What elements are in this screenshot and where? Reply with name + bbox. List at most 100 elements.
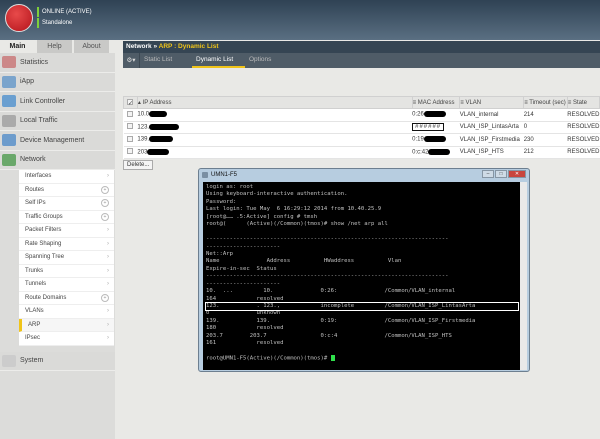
- sidebar-item-arp[interactable]: ARP ›: [19, 318, 114, 332]
- sidebar-section-iapp[interactable]: iApp: [0, 72, 115, 92]
- ip-address[interactable]: 123.: [137, 125, 149, 131]
- row-checkbox[interactable]: [126, 110, 133, 117]
- ip-address[interactable]: 139.: [137, 137, 149, 143]
- sidebar-section-network[interactable]: Network: [0, 150, 115, 170]
- row-checkbox[interactable]: [126, 148, 133, 155]
- header-bar: ONLINE (ACTIVE) Standalone: [0, 0, 600, 40]
- col-state[interactable]: ≡ State: [566, 96, 600, 109]
- sidebar-item-label: Traffic Groups: [25, 213, 63, 220]
- sidebar-item-label: VLANs: [25, 308, 44, 315]
- main-tabs: Main Help About: [0, 40, 109, 53]
- sidebar-item-trunks[interactable]: Trunks ›: [19, 265, 114, 278]
- sidebar-item-route-domains[interactable]: Route Domains +: [19, 292, 114, 305]
- terminal-line: Expire-in-sec Status: [206, 265, 277, 272]
- maximize-icon[interactable]: □: [495, 170, 507, 178]
- sidebar-item-traffic-groups[interactable]: Traffic Groups +: [19, 211, 114, 224]
- sidebar-section-local-traffic[interactable]: Local Traffic: [0, 111, 115, 131]
- sidebar-section-device-management[interactable]: Device Management: [0, 131, 115, 151]
- breadcrumb: Network » ARP : Dynamic List: [123, 41, 600, 53]
- section-label: iApp: [20, 78, 35, 86]
- terminal-prompt: root@UMN1-F5(Active)(/Common)(tmos)#: [206, 355, 518, 363]
- sidebar-item-self-ips[interactable]: Self IPs +: [19, 197, 114, 211]
- terminal-line: 139. 139. 0:19: /Common/VLAN_ISP_Firstme…: [206, 317, 476, 324]
- sidebar-item-ipsec[interactable]: IPsec ›: [19, 332, 114, 346]
- terminal-line: ----------------------: [206, 280, 281, 287]
- add-icon[interactable]: +: [101, 212, 109, 221]
- minimize-icon[interactable]: –: [482, 170, 494, 178]
- gear-icon[interactable]: ⚙▾: [123, 53, 140, 68]
- sidebar-item-tunnels[interactable]: Tunnels ›: [19, 278, 114, 292]
- sidebar-section-statistics[interactable]: Statistics: [0, 53, 115, 73]
- col-mac[interactable]: ≡ MAC Address: [411, 96, 461, 109]
- sidebar-item-packet-filters[interactable]: Packet Filters ›: [19, 224, 114, 238]
- f5-logo: [5, 4, 33, 32]
- add-icon[interactable]: +: [101, 293, 109, 302]
- col-vlan[interactable]: ≡ VLAN: [459, 96, 525, 109]
- add-icon[interactable]: +: [101, 185, 109, 194]
- redaction: [149, 111, 168, 118]
- sidebar-item-label: Interfaces: [25, 173, 52, 180]
- redaction: [423, 111, 446, 118]
- ip-address[interactable]: 203: [137, 150, 147, 156]
- add-icon[interactable]: +: [101, 199, 109, 208]
- col-ip[interactable]: ▴ IP Address: [136, 96, 413, 109]
- breadcrumb-root[interactable]: Network: [126, 43, 152, 50]
- vlan: VLAN_internal: [459, 108, 524, 122]
- sidebar-item-routes[interactable]: Routes +: [19, 184, 114, 197]
- tab-help[interactable]: Help: [37, 40, 72, 53]
- mac-address: 0:19: [412, 137, 424, 144]
- table-row[interactable]: 10.0 0:26 VLAN_internal 214 RESOLVED: [123, 108, 600, 122]
- table-row[interactable]: 203 0:c:42 VLAN_ISP_HTS 212 RESOLVED: [123, 146, 600, 159]
- section-icon: [2, 134, 16, 147]
- tab-main[interactable]: Main: [0, 40, 35, 53]
- delete-button[interactable]: Delete...: [123, 160, 154, 170]
- chevron-right-icon: ›: [107, 335, 109, 342]
- vlan: VLAN_ISP_LintasArta: [459, 121, 524, 134]
- mac-address: ######: [412, 123, 445, 132]
- terminal-line: ----------------------------------------…: [206, 236, 449, 243]
- tab-static-list[interactable]: Static List: [140, 53, 192, 68]
- sidebar-item-label: Spanning Tree: [25, 254, 65, 261]
- sidebar-section-system[interactable]: System: [0, 351, 115, 371]
- chevron-right-icon: ›: [107, 308, 109, 315]
- table-row[interactable]: 123. ###### VLAN_ISP_LintasArta 0 RESOLVED: [123, 121, 600, 134]
- table-row[interactable]: 139. 0:19 VLAN_ISP_Firstmedia 230 RESOLVED: [123, 133, 600, 147]
- timeout: 212: [523, 146, 568, 159]
- arp-table: ✓ ▴ IP Address ≡ MAC Address ≡ VLAN ≡ Ti…: [123, 96, 600, 159]
- row-checkbox[interactable]: [126, 123, 133, 130]
- close-icon[interactable]: ✕: [508, 170, 526, 178]
- redaction: [149, 136, 174, 143]
- terminal-line: 161 resolved: [206, 340, 284, 347]
- terminal-line: [root@…… .5:Active] config # tmsh: [206, 213, 318, 220]
- sidebar-item-interfaces[interactable]: Interfaces ›: [19, 170, 114, 184]
- sidebar-item-vlans[interactable]: VLANs ›: [19, 305, 114, 319]
- breadcrumb-separator: »: [153, 43, 158, 50]
- section-icon: [2, 95, 16, 108]
- breadcrumb-current: ARP : Dynamic List: [158, 43, 219, 50]
- state: RESOLVED: [567, 133, 600, 147]
- sidebar-item-label: Tunnels: [25, 281, 47, 288]
- sidebar-item-label: IPsec: [25, 335, 41, 342]
- row-checkbox[interactable]: [126, 135, 133, 142]
- terminal-line: ----------------------------------------…: [206, 273, 449, 280]
- terminal-window[interactable]: UMN1-F5 – □ ✕ login as: root Using keyboard…: [198, 168, 530, 372]
- section-label: Local Traffic: [20, 117, 58, 125]
- section-icon: [2, 75, 16, 88]
- sidebar-item-spanning-tree[interactable]: Spanning Tree ›: [19, 251, 114, 265]
- prompt-text: root@UMN1-F5(Active)(/Common)(tmos)#: [206, 355, 331, 362]
- tab-about[interactable]: About: [74, 40, 109, 53]
- ip-address[interactable]: 10.0: [137, 112, 149, 118]
- tab-dynamic-list[interactable]: Dynamic List: [192, 53, 245, 68]
- select-all-checkbox[interactable]: ✓: [127, 98, 133, 107]
- sidebar-section-link-controller[interactable]: Link Controller: [0, 92, 115, 112]
- terminal-scrollbar[interactable]: [520, 182, 527, 370]
- sidebar-item-rate-shaping[interactable]: Rate Shaping ›: [19, 238, 114, 251]
- sidebar-item-label: Trunks: [25, 267, 44, 274]
- terminal-line: Last login: Tue May 6 16:29:12 2014 from…: [206, 206, 382, 213]
- col-timeout[interactable]: ≡ Timeout (sec): [523, 96, 568, 109]
- tab-options[interactable]: Options: [245, 53, 297, 68]
- terminal-output[interactable]: login as: root Using keyboard-interactive…: [203, 182, 521, 370]
- terminal-line: 10. ... 10. 0:26: /Common/VLAN_internal: [206, 288, 456, 295]
